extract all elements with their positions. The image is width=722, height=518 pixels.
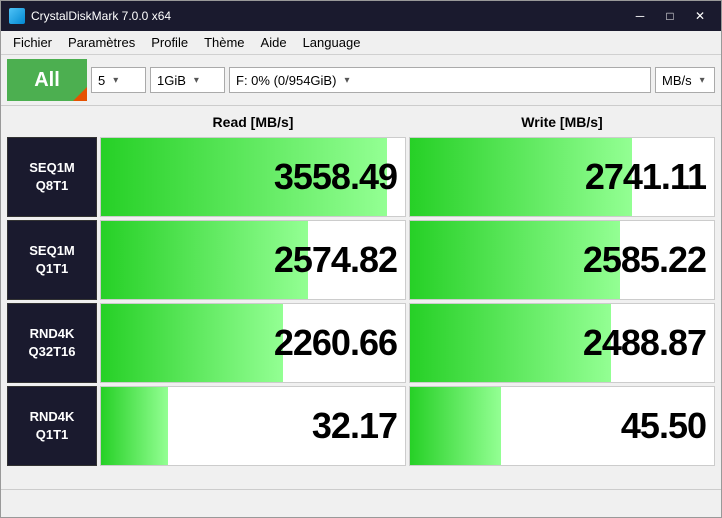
row-0-write-value: 2741.11 bbox=[585, 156, 706, 198]
table-row: RND4KQ32T16 2260.66 2488.87 bbox=[7, 303, 715, 383]
window-controls: ─ □ ✕ bbox=[627, 6, 713, 26]
row-2-label-text: RND4KQ32T16 bbox=[29, 325, 76, 361]
unit-arrow: ▾ bbox=[696, 75, 709, 86]
count-select[interactable]: 5 ▾ bbox=[91, 67, 146, 93]
row-1-label: SEQ1MQ1T1 bbox=[7, 220, 97, 300]
row-3-read: 32.17 bbox=[100, 386, 406, 466]
row-0-label: SEQ1MQ8T1 bbox=[7, 137, 97, 217]
row-3-write-value: 45.50 bbox=[621, 405, 706, 447]
close-button[interactable]: ✕ bbox=[687, 6, 713, 26]
row-3-label: RND4KQ1T1 bbox=[7, 386, 97, 466]
table-row: RND4KQ1T1 32.17 45.50 bbox=[7, 386, 715, 466]
results-area: Read [MB/s] Write [MB/s] SEQ1MQ8T1 3558.… bbox=[1, 106, 721, 489]
table-header: Read [MB/s] Write [MB/s] bbox=[7, 110, 715, 134]
row-1-write-value: 2585.22 bbox=[583, 239, 706, 281]
toolbar: All 5 ▾ 1GiB ▾ F: 0% (0/954GiB) ▾ MB/s ▾ bbox=[1, 55, 721, 106]
size-value: 1GiB bbox=[153, 73, 190, 88]
menu-language[interactable]: Language bbox=[295, 33, 369, 52]
row-2-read: 2260.66 bbox=[100, 303, 406, 383]
row-2-write-bar bbox=[410, 304, 611, 382]
row-3-read-bar bbox=[101, 387, 168, 465]
row-3-read-value: 32.17 bbox=[312, 405, 397, 447]
menu-theme[interactable]: Thème bbox=[196, 33, 252, 52]
minimize-button[interactable]: ─ bbox=[627, 6, 653, 26]
window-title: CrystalDiskMark 7.0.0 x64 bbox=[31, 9, 627, 23]
row-3-write: 45.50 bbox=[409, 386, 715, 466]
app-icon bbox=[9, 8, 25, 24]
label-header bbox=[7, 110, 97, 134]
row-1-write: 2585.22 bbox=[409, 220, 715, 300]
row-1-label-text: SEQ1MQ1T1 bbox=[29, 242, 75, 278]
row-2-read-bar bbox=[101, 304, 283, 382]
count-value: 5 bbox=[94, 73, 109, 88]
drive-arrow: ▾ bbox=[340, 75, 353, 86]
row-0-read-value: 3558.49 bbox=[274, 156, 397, 198]
row-2-write: 2488.87 bbox=[409, 303, 715, 383]
row-0-read: 3558.49 bbox=[100, 137, 406, 217]
row-1-read: 2574.82 bbox=[100, 220, 406, 300]
size-arrow: ▾ bbox=[190, 75, 203, 86]
maximize-button[interactable]: □ bbox=[657, 6, 683, 26]
menu-fichier[interactable]: Fichier bbox=[5, 33, 60, 52]
unit-value: MB/s bbox=[658, 73, 696, 88]
unit-select[interactable]: MB/s ▾ bbox=[655, 67, 715, 93]
menu-bar: Fichier Paramètres Profile Thème Aide La… bbox=[1, 31, 721, 55]
row-1-read-value: 2574.82 bbox=[274, 239, 397, 281]
menu-profile[interactable]: Profile bbox=[143, 33, 196, 52]
table-row: SEQ1MQ1T1 2574.82 2585.22 bbox=[7, 220, 715, 300]
write-header: Write [MB/s] bbox=[409, 110, 715, 134]
status-bar bbox=[1, 489, 721, 517]
all-button[interactable]: All bbox=[7, 59, 87, 101]
main-window: CrystalDiskMark 7.0.0 x64 ─ □ ✕ Fichier … bbox=[0, 0, 722, 518]
read-header: Read [MB/s] bbox=[100, 110, 406, 134]
row-0-write: 2741.11 bbox=[409, 137, 715, 217]
title-bar: CrystalDiskMark 7.0.0 x64 ─ □ ✕ bbox=[1, 1, 721, 31]
drive-select[interactable]: F: 0% (0/954GiB) ▾ bbox=[229, 67, 651, 93]
menu-aide[interactable]: Aide bbox=[253, 33, 295, 52]
row-3-write-bar bbox=[410, 387, 501, 465]
menu-parametres[interactable]: Paramètres bbox=[60, 33, 143, 52]
count-arrow: ▾ bbox=[109, 75, 122, 86]
row-3-label-text: RND4KQ1T1 bbox=[30, 408, 75, 444]
row-2-read-value: 2260.66 bbox=[274, 322, 397, 364]
table-row: SEQ1MQ8T1 3558.49 2741.11 bbox=[7, 137, 715, 217]
size-select[interactable]: 1GiB ▾ bbox=[150, 67, 225, 93]
row-0-label-text: SEQ1MQ8T1 bbox=[29, 159, 75, 195]
row-2-write-value: 2488.87 bbox=[583, 322, 706, 364]
drive-value: F: 0% (0/954GiB) bbox=[232, 73, 340, 88]
row-2-label: RND4KQ32T16 bbox=[7, 303, 97, 383]
